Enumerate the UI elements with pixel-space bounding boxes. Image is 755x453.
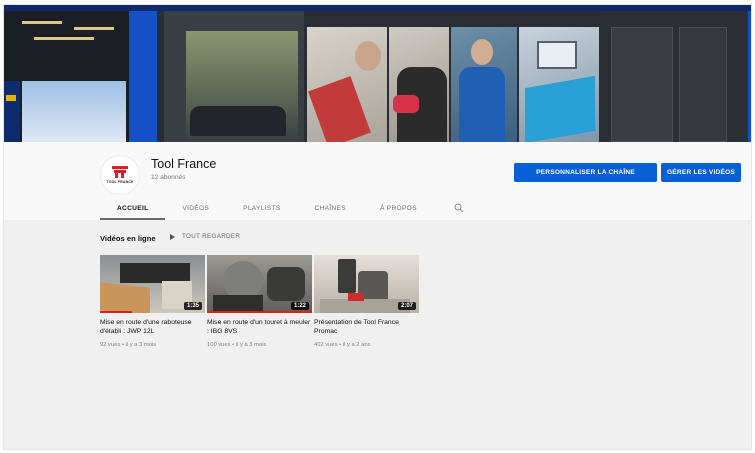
video-shelf: 1:35 Mise en route d'une raboteuse d'éta… xyxy=(100,255,419,348)
video-title[interactable]: Mise en route d'une raboteuse d'établi :… xyxy=(100,318,205,339)
customize-channel-button[interactable]: PERSONNALISER LA CHAÎNE xyxy=(514,163,657,182)
watch-progress-bar xyxy=(100,311,132,313)
play-all-button[interactable]: TOUT REGARDER xyxy=(170,233,240,240)
play-icon xyxy=(170,233,175,240)
manage-videos-button[interactable]: GÉRER LES VIDÉOS xyxy=(661,163,741,182)
search-icon[interactable] xyxy=(444,196,474,220)
video-card[interactable]: 2:07 Présentation de Tool France Promac … xyxy=(314,255,419,348)
channel-tabs: ACCUEIL VIDÉOS PLAYLISTS CHAÎNES À PROPO… xyxy=(100,196,474,220)
channel-avatar[interactable]: TOOL FRANCE xyxy=(100,155,140,195)
tool-france-logo-icon xyxy=(112,166,128,178)
watch-progress-bar xyxy=(207,311,312,313)
section-title: Vidéos en ligne xyxy=(100,234,156,243)
video-duration: 2:07 xyxy=(397,302,416,310)
avatar-brand-text: TOOL FRANCE xyxy=(106,180,134,184)
channel-home-content: Vidéos en ligne TOUT REGARDER 1:35 Mise … xyxy=(4,220,751,449)
video-duration: 1:35 xyxy=(183,302,202,310)
video-card[interactable]: 1:35 Mise en route d'une raboteuse d'éta… xyxy=(100,255,205,348)
subscriber-count: 12 abonnés xyxy=(151,174,186,181)
tab-videos[interactable]: VIDÉOS xyxy=(165,196,226,220)
play-all-label: TOUT REGARDER xyxy=(182,233,241,240)
video-meta: 100 vues • il y a 3 mois xyxy=(207,342,267,348)
channel-header: TOOL FRANCE Tool France 12 abonnés PERSO… xyxy=(4,142,751,220)
video-thumbnail[interactable]: 1:35 xyxy=(100,255,205,313)
tab-playlists[interactable]: PLAYLISTS xyxy=(226,196,297,220)
video-thumbnail[interactable]: 1:22 xyxy=(207,255,312,313)
video-duration: 1:22 xyxy=(290,302,309,310)
video-card[interactable]: 1:22 Mise en route d'un touret à meuler … xyxy=(207,255,312,348)
video-title[interactable]: Mise en route d'un touret à meuler : IBG… xyxy=(207,318,312,339)
video-meta: 402 vues • il y a 2 ans xyxy=(314,342,371,348)
tab-about[interactable]: À PROPOS xyxy=(363,196,434,220)
tab-channels[interactable]: CHAÎNES xyxy=(298,196,363,220)
video-title[interactable]: Présentation de Tool France Promac xyxy=(314,318,419,339)
channel-banner xyxy=(4,5,751,142)
tab-home[interactable]: ACCUEIL xyxy=(100,196,166,220)
channel-name: Tool France xyxy=(151,157,217,171)
video-thumbnail[interactable]: 2:07 xyxy=(314,255,419,313)
youtube-channel-page: TOOL FRANCE Tool France 12 abonnés PERSO… xyxy=(3,4,752,450)
video-meta: 92 vues • il y a 3 mois xyxy=(100,342,157,348)
